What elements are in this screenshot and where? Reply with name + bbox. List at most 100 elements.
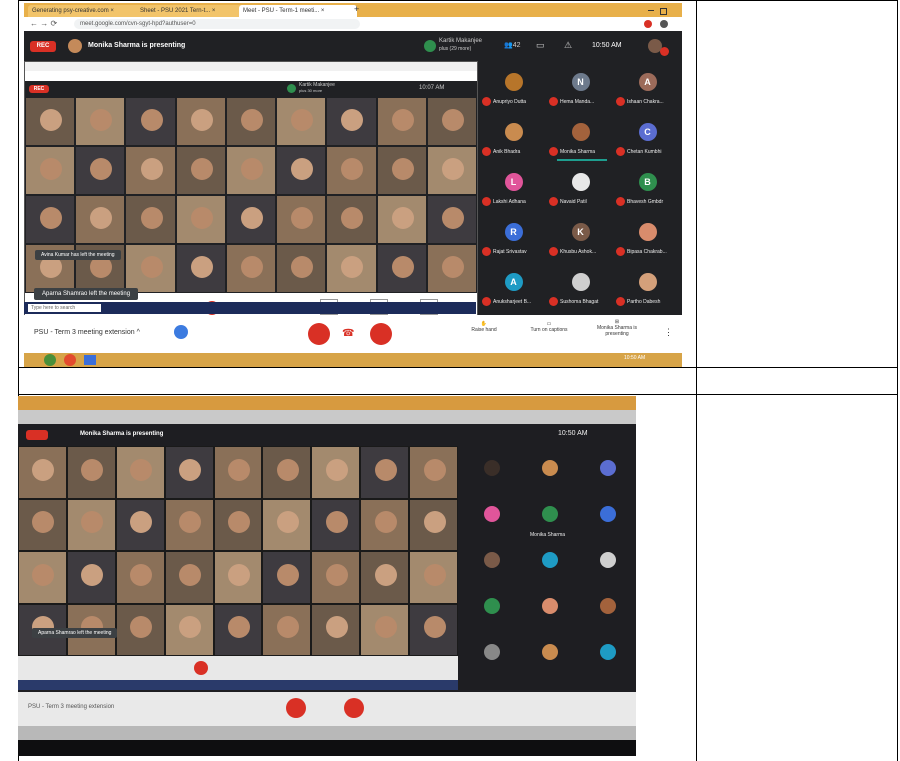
video-tile <box>427 196 476 243</box>
participant-face <box>90 108 113 131</box>
participant-face <box>130 616 153 639</box>
inner-presenter-avatar <box>287 84 296 93</box>
video-grid <box>25 97 477 293</box>
browser-tab-active[interactable]: Meet - PSU - Term-1 meeti... × <box>239 5 357 17</box>
window-controls[interactable]: ✕ <box>646 6 676 26</box>
mic-muted-icon <box>616 147 625 156</box>
participant-tile[interactable]: Anik Bhadra <box>480 115 547 165</box>
participant-tile[interactable]: Sushoma Bhagat <box>547 265 614 315</box>
video-tile <box>377 196 426 243</box>
presenting-button[interactable]: ⊞ Monika Sharma is presenting <box>592 319 642 337</box>
participant-tile[interactable]: A Anuksharjeet B... <box>480 265 547 315</box>
hangup-icon[interactable]: ☎ <box>342 328 354 339</box>
participant-name: Anik Bhadra <box>493 149 521 155</box>
chat-icon[interactable]: ▭ <box>536 40 545 51</box>
photo-participant-avatar <box>542 506 558 522</box>
mic-muted-icon <box>549 297 558 306</box>
participant-tile[interactable]: L Lakshi Adhana <box>480 165 547 215</box>
participant-face <box>276 616 299 639</box>
mic-muted-icon <box>616 97 625 106</box>
participant-face <box>190 108 213 131</box>
files-icon[interactable] <box>84 355 96 365</box>
participant-face <box>90 206 113 229</box>
participant-face <box>291 157 314 180</box>
browser-tab[interactable]: Generating psy-creative.com × <box>28 5 141 17</box>
shield-icon[interactable] <box>174 325 188 339</box>
participant-avatar <box>504 73 523 91</box>
participant-tile[interactable]: Bipasa Chakrab... <box>614 215 681 265</box>
mic-off-icon <box>660 47 669 56</box>
photo-participants: Monika Sharma <box>464 456 634 686</box>
back-icon[interactable]: ← → ⟳ <box>30 19 57 28</box>
participant-face <box>325 458 348 481</box>
participant-tile[interactable]: Anupriyo Dutta <box>480 65 547 115</box>
video-tile <box>410 604 457 655</box>
table-border-right <box>897 0 898 761</box>
camera-off-button[interactable] <box>370 323 392 345</box>
participant-face <box>374 563 397 586</box>
participant-tile[interactable]: A Ishaan Chakra... <box>614 65 681 115</box>
participant-tile[interactable]: R Rajat Srivastav <box>480 215 547 265</box>
browser-tab[interactable]: Sheet - PSU 2021 Tern-t... × <box>136 5 244 17</box>
participant-avatar: K <box>571 223 590 241</box>
participant-tile[interactable]: Navaid Patil <box>547 165 614 215</box>
participant-tile[interactable]: Monika Sharma <box>547 115 614 165</box>
mic-muted-icon <box>549 147 558 156</box>
photo-inner-mic[interactable] <box>194 661 208 675</box>
photo-camera-button[interactable] <box>344 698 364 718</box>
participant-avatar: L <box>504 173 523 191</box>
activities-icon[interactable]: ⚠ <box>564 40 572 51</box>
participant-face <box>341 157 364 180</box>
photo-meeting-name[interactable]: PSU - Term 3 meeting extension <box>28 704 114 710</box>
chrome-icon[interactable] <box>44 354 56 366</box>
photo-meet-header: Monika Sharma is presenting 10:50 AM <box>18 424 636 446</box>
photo-video-grid <box>18 446 458 656</box>
video-tile <box>277 245 326 292</box>
more-options-icon[interactable]: ⋮ <box>664 327 673 338</box>
participant-face <box>441 206 464 229</box>
raise-hand-button[interactable]: ✋ Raise hand <box>464 321 504 333</box>
participant-face <box>179 563 202 586</box>
participant-face <box>81 511 104 534</box>
participant-face <box>140 206 163 229</box>
photo-rec-badge <box>26 430 48 440</box>
participant-face <box>130 458 153 481</box>
table-border-top <box>18 0 898 1</box>
mic-muted-icon <box>482 247 491 256</box>
photo-presenter-label: Monika Sharma <box>530 532 566 538</box>
captions-button[interactable]: ▭ Turn on captions <box>524 321 574 333</box>
presenter-taskbar: Type here to search <box>24 302 476 314</box>
participant-tile[interactable]: Partho Dabesh <box>614 265 681 315</box>
participant-tile[interactable]: N Hema Manda... <box>547 65 614 115</box>
video-tile <box>427 98 476 145</box>
mic-off-button[interactable] <box>308 323 330 345</box>
taskbar-search[interactable]: Type here to search <box>28 304 101 312</box>
presented-screen: REC Kartik Makanjee plus 30 more 10:07 A… <box>24 61 478 323</box>
participant-name: Ishaan Chakra... <box>627 99 664 105</box>
participant-tiles-panel: Anupriyo Dutta N Hema Manda... A Ishaan Chak… <box>480 65 682 315</box>
participant-face <box>240 206 263 229</box>
participant-avatar: B <box>638 173 657 191</box>
new-tab-button[interactable]: + <box>354 4 359 14</box>
participant-face <box>291 206 314 229</box>
app-icon[interactable] <box>64 354 76 366</box>
photo-mic-button[interactable] <box>286 698 306 718</box>
participant-tile[interactable]: B Bhavesh Gmbdr <box>614 165 681 215</box>
mic-muted-icon <box>616 297 625 306</box>
meeting-details[interactable]: PSU - Term 3 meeting extension ^ <box>34 329 140 336</box>
participant-tile[interactable]: C Chetan Kumbhi <box>614 115 681 165</box>
people-icon[interactable]: 👥42 <box>504 41 521 49</box>
chevron-up-icon[interactable]: ^ <box>137 329 140 336</box>
participant-face <box>325 563 348 586</box>
profile-avatar[interactable] <box>644 20 652 28</box>
participant-face <box>423 511 446 534</box>
extensions-icon[interactable] <box>660 20 668 28</box>
participant-avatar <box>571 273 590 291</box>
meeting-name: PSU - Term 3 meeting extension <box>34 329 135 336</box>
video-tile <box>67 499 115 550</box>
url-field[interactable]: meet.google.com/cvn-sgyt-hpd?authuser=0 <box>74 19 360 29</box>
video-tile <box>76 147 125 194</box>
video-tile <box>410 499 457 550</box>
inner-rec-label: REC <box>33 86 45 92</box>
participant-tile[interactable]: K Khusbu Ashok... <box>547 215 614 265</box>
